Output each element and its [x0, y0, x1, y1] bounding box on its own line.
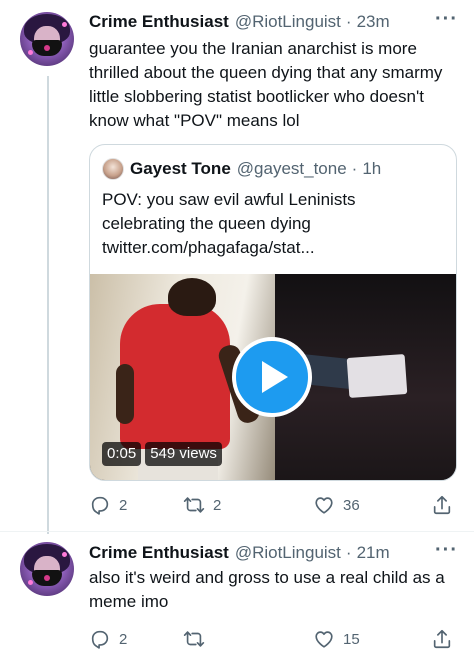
retweet-icon [183, 497, 205, 513]
share-icon [433, 629, 451, 649]
play-icon [262, 361, 288, 393]
quoted-user-handle: @gayest_tone [236, 159, 347, 178]
retweet-icon [183, 631, 205, 647]
quoted-tweet-header: Gayest Tone @gayest_tone · 1h [102, 158, 381, 180]
reply-count: 2 [119, 496, 128, 514]
video-player[interactable]: 0:05 549 views [90, 274, 456, 480]
like-count: 36 [343, 496, 360, 514]
quoted-timestamp: 1h [362, 159, 382, 178]
play-button[interactable] [232, 337, 312, 417]
quoted-avatar [102, 158, 124, 180]
like-count: 15 [343, 630, 360, 648]
tweet-text: guarantee you the Iranian anarchist is m… [89, 39, 443, 130]
video-views: 549 views [145, 442, 222, 466]
avatar[interactable] [20, 542, 74, 596]
separator-dot: · [345, 543, 352, 562]
separator-dot: · [345, 12, 352, 31]
user-handle[interactable]: @RiotLinguist [235, 543, 341, 563]
reply-button[interactable]: 2 [89, 626, 127, 652]
share-icon [433, 495, 451, 515]
quoted-tweet-text: POV: you saw evil awful Leninists celebr… [102, 190, 356, 257]
like-button[interactable]: 36 [313, 492, 360, 518]
retweet-button[interactable] [183, 626, 213, 652]
display-name[interactable]: Crime Enthusiast [89, 12, 229, 32]
tweet-actions: 2 2 36 [89, 492, 461, 518]
retweet-button[interactable]: 2 [183, 492, 221, 518]
quoted-display-name: Gayest Tone [130, 159, 231, 178]
share-button[interactable] [431, 492, 453, 518]
timestamp[interactable]: 23m [357, 12, 390, 32]
tweet-header: Crime Enthusiast @RiotLinguist · 21m ··· [89, 539, 460, 565]
share-button[interactable] [431, 626, 453, 652]
reply-button[interactable]: 2 [89, 492, 127, 518]
like-button[interactable]: 15 [313, 626, 360, 652]
more-icon[interactable]: ··· [435, 539, 458, 562]
quoted-tweet[interactable]: Gayest Tone @gayest_tone · 1h POV: you s… [89, 144, 457, 481]
video-badges: 0:05 549 views [102, 442, 226, 466]
tweet[interactable]: Crime Enthusiast @RiotLinguist · 21m ···… [0, 532, 474, 662]
tweet-text: also it's weird and gross to use a real … [89, 568, 445, 611]
tweet[interactable]: Crime Enthusiast @RiotLinguist · 23m ···… [0, 0, 474, 532]
retweet-count: 2 [213, 496, 222, 514]
video-duration: 0:05 [102, 442, 142, 466]
separator-dot: · [351, 159, 358, 178]
reply-icon [91, 630, 109, 649]
reply-icon [91, 496, 109, 515]
user-handle[interactable]: @RiotLinguist [235, 12, 341, 32]
heart-icon [315, 497, 333, 514]
timestamp[interactable]: 21m [357, 543, 390, 563]
more-icon[interactable]: ··· [435, 8, 458, 31]
tweet-header: Crime Enthusiast @RiotLinguist · 23m ··· [89, 8, 460, 34]
display-name[interactable]: Crime Enthusiast [89, 543, 229, 563]
heart-icon [315, 631, 333, 648]
reply-count: 2 [119, 630, 128, 648]
avatar[interactable] [20, 12, 74, 66]
tweet-actions: 2 15 [89, 626, 461, 652]
